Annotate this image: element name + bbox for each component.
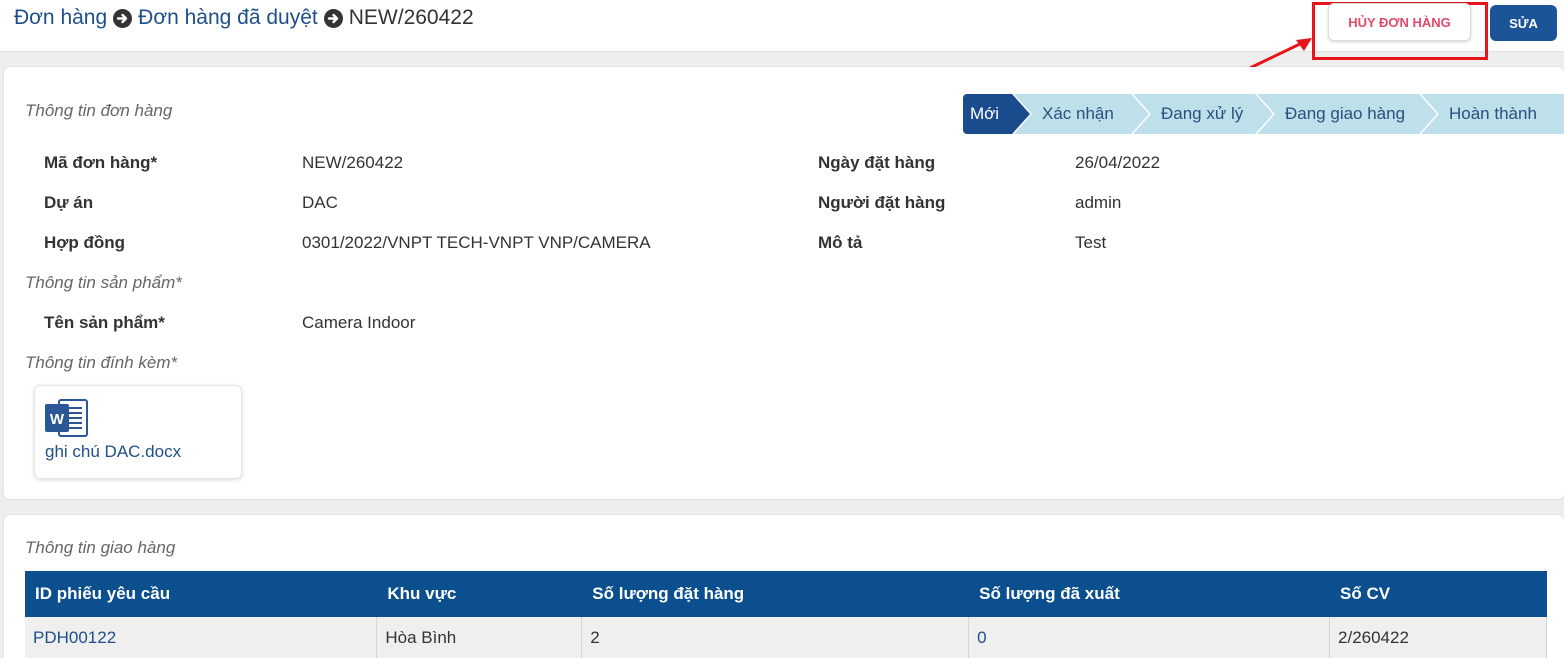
project-value: DAC <box>302 193 338 212</box>
word-document-icon: W <box>45 398 89 443</box>
table-row: PDH00122 Hòa Bình 2 0 2/260422 <box>25 617 1547 658</box>
column-header-request-id[interactable]: ID phiếu yêu cầu <box>25 571 378 617</box>
delivery-info-title: Thông tin giao hàng <box>25 538 176 557</box>
svg-text:W: W <box>50 411 65 428</box>
arrow-right-circle-icon <box>323 8 343 28</box>
attachment-info-title: Thông tin đính kèm* <box>25 353 178 372</box>
edit-button[interactable]: SỬA <box>1490 5 1557 41</box>
order-date-value: 26/04/2022 <box>1075 153 1161 172</box>
attachment-file-name[interactable]: ghi chú DAC.docx <box>45 442 181 462</box>
breadcrumb-orders-link[interactable]: Đơn hàng <box>14 6 107 30</box>
orderer-value: admin <box>1075 193 1122 212</box>
step-processing[interactable]: Đang xử lý <box>1133 94 1273 134</box>
ordered-quantity-cell: 2 <box>581 617 970 658</box>
arrow-right-circle-icon <box>113 8 133 28</box>
product-info-title: Thông tin sản phẩm* <box>25 273 182 292</box>
step-confirmed[interactable]: Xác nhận <box>1014 94 1149 134</box>
contract-label: Hợp đồng <box>44 233 126 252</box>
contract-value: 0301/2022/VNPT TECH-VNPT VNP/CAMERA <box>302 233 651 252</box>
description-label: Mô tả <box>818 233 863 252</box>
description-value: Test <box>1075 233 1107 252</box>
step-delivering[interactable]: Đang giao hàng <box>1257 94 1437 134</box>
project-label: Dự án <box>44 193 94 212</box>
order-code-value: NEW/260422 <box>302 153 404 172</box>
product-name-label: Tên sản phẩm* <box>44 313 165 332</box>
column-header-exported-quantity[interactable]: Số lượng đã xuất <box>968 571 1331 617</box>
table-header-row: ID phiếu yêu cầu Khu vực Số lượng đặt hà… <box>25 571 1547 617</box>
product-name-value: Camera Indoor <box>302 313 416 332</box>
cancel-order-button[interactable]: HỦY ĐƠN HÀNG <box>1328 3 1471 41</box>
breadcrumb: Đơn hàng Đơn hàng đã duyệt NEW/260422 <box>14 6 474 30</box>
exported-quantity-link[interactable]: 0 <box>968 617 1331 658</box>
step-completed[interactable]: Hoàn thành <box>1421 94 1564 134</box>
breadcrumb-approved-orders-link[interactable]: Đơn hàng đã duyệt <box>138 6 318 30</box>
breadcrumb-current: NEW/260422 <box>348 6 474 29</box>
attachment-card[interactable]: W ghi chú DAC.docx <box>34 385 242 479</box>
order-info-title: Thông tin đơn hàng <box>25 101 173 120</box>
column-header-region[interactable]: Khu vực <box>376 571 583 617</box>
order-status-steps: Mới Xác nhận Đang xử lý Đang giao hàng H… <box>963 94 1564 134</box>
order-code-label: Mã đơn hàng* <box>44 153 158 172</box>
delivery-table: ID phiếu yêu cầu Khu vực Số lượng đặt hà… <box>25 571 1547 658</box>
order-date-label: Ngày đặt hàng <box>818 153 936 172</box>
column-header-cv-number[interactable]: Số CV <box>1329 571 1547 617</box>
orderer-label: Người đặt hàng <box>818 193 946 212</box>
request-id-link[interactable]: PDH00122 <box>25 617 378 658</box>
column-header-ordered-quantity[interactable]: Số lượng đặt hàng <box>581 571 970 617</box>
cv-number-cell: 2/260422 <box>1329 617 1547 658</box>
region-cell: Hòa Bình <box>376 617 583 658</box>
